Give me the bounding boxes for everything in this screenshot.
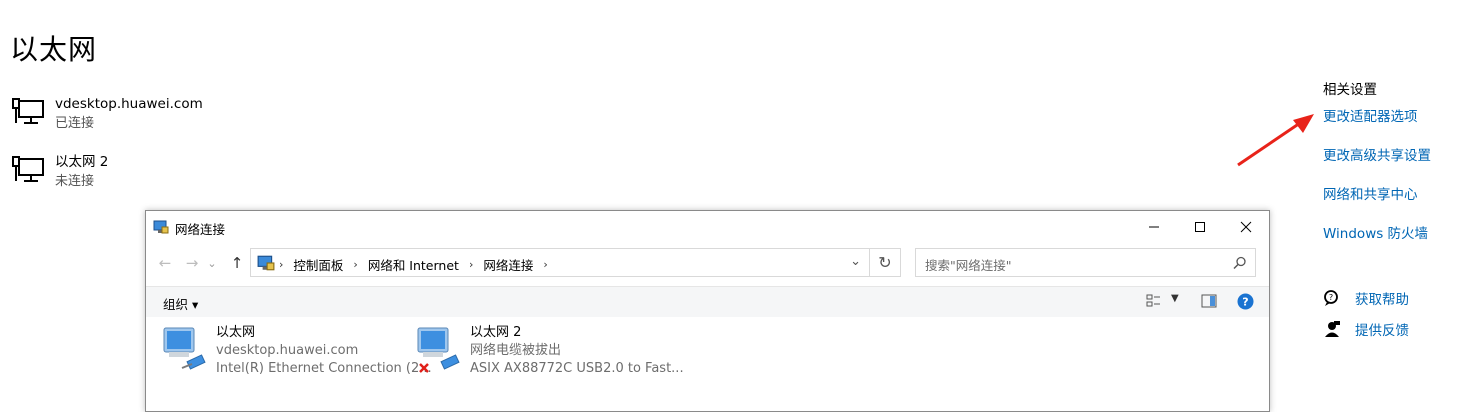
command-bar: 组织 ▾ ▼ ? bbox=[146, 286, 1269, 317]
search-placeholder: 搜索"网络连接" bbox=[925, 258, 1012, 273]
network-folder-icon bbox=[153, 220, 169, 234]
minimize-button[interactable] bbox=[1131, 211, 1177, 243]
change-adapter-options-link[interactable]: 更改适配器选项 bbox=[1323, 105, 1418, 125]
svg-text:?: ? bbox=[1329, 293, 1333, 302]
network-item-ethernet-2[interactable]: 以太网 2 网络电缆被拔出 ASIX AX88772C USB2.0 to Fa… bbox=[416, 324, 684, 378]
help-question-icon[interactable]: ? bbox=[1237, 293, 1254, 310]
refresh-button[interactable]: ↻ bbox=[870, 248, 901, 277]
connection-vdesktop[interactable]: vdesktop.huawei.com 已连接 bbox=[10, 95, 203, 133]
breadcrumb-network-internet[interactable]: 网络和 Internet bbox=[368, 255, 459, 274]
svg-text:?: ? bbox=[1242, 296, 1248, 309]
connection-status: 已连接 bbox=[55, 116, 95, 131]
control-panel-icon bbox=[257, 255, 275, 271]
get-help-label: 获取帮助 bbox=[1355, 292, 1409, 308]
breadcrumb-separator-icon[interactable]: › bbox=[353, 258, 357, 271]
network-adapter-icon bbox=[163, 327, 206, 370]
item-status: 网络电缆被拔出 bbox=[470, 343, 562, 358]
breadcrumb-separator-icon[interactable]: › bbox=[279, 258, 283, 271]
back-arrow-icon: ← bbox=[158, 254, 172, 272]
windows-firewall-link[interactable]: Windows 防火墙 bbox=[1323, 222, 1428, 242]
ethernet-pc-icon bbox=[12, 98, 44, 124]
related-settings-header: 相关设置 bbox=[1323, 82, 1377, 98]
address-row: ← → ⌄ ↑ › 控制面板 › 网络和 Internet › 网络连接 › ⌄… bbox=[146, 244, 1269, 284]
breadcrumb: › 控制面板 › 网络和 Internet › 网络连接 › bbox=[279, 255, 558, 274]
item-name: 以太网 bbox=[216, 325, 256, 340]
ethernet-pc-icon bbox=[12, 156, 44, 182]
help-chat-icon: ? bbox=[1324, 290, 1338, 306]
forward-arrow-icon: → bbox=[185, 254, 199, 272]
breadcrumb-separator-icon[interactable]: › bbox=[469, 258, 473, 271]
close-icon bbox=[1240, 221, 1252, 233]
search-box[interactable]: 搜索"网络连接" bbox=[915, 248, 1256, 277]
feedback-label: 提供反馈 bbox=[1355, 323, 1409, 339]
advanced-sharing-settings-link[interactable]: 更改高级共享设置 bbox=[1323, 144, 1431, 164]
feedback-link[interactable]: 提供反馈 bbox=[1323, 319, 1409, 339]
connection-name: vdesktop.huawei.com bbox=[55, 96, 203, 112]
preview-pane-icon[interactable] bbox=[1201, 294, 1217, 308]
network-connections-window: 网络连接 ← → ⌄ ↑ › 控制面板 › 网络和 Internet › 网络连… bbox=[145, 210, 1270, 412]
minimize-icon bbox=[1149, 226, 1159, 228]
title-bar: 网络连接 bbox=[146, 211, 1269, 243]
breadcrumb-separator-icon[interactable]: › bbox=[543, 258, 547, 271]
page-title: 以太网 bbox=[10, 33, 98, 66]
window-title: 网络连接 bbox=[175, 222, 226, 237]
item-name: 以太网 2 bbox=[470, 325, 522, 340]
connection-ethernet-2[interactable]: 以太网 2 未连接 bbox=[10, 153, 108, 191]
red-arrow-annotation bbox=[1237, 114, 1314, 167]
chevron-down-icon: ⌄ bbox=[207, 256, 217, 270]
breadcrumb-control-panel[interactable]: 控制面板 bbox=[293, 255, 343, 274]
search-icon bbox=[1233, 256, 1246, 270]
back-button[interactable]: ← bbox=[155, 253, 175, 273]
item-adapter: ASIX AX88772C USB2.0 to Fast... bbox=[470, 361, 684, 376]
view-options-icon[interactable] bbox=[1146, 294, 1162, 308]
network-adapter-disconnected-icon bbox=[417, 327, 460, 373]
connection-status: 未连接 bbox=[55, 174, 95, 189]
breadcrumb-network-connections[interactable]: 网络连接 bbox=[483, 255, 533, 274]
close-button[interactable] bbox=[1223, 211, 1269, 243]
network-sharing-center-link[interactable]: 网络和共享中心 bbox=[1323, 183, 1418, 203]
maximize-button[interactable] bbox=[1177, 211, 1223, 243]
get-help-link[interactable]: ? 获取帮助 bbox=[1323, 288, 1409, 308]
connection-name: 以太网 2 bbox=[55, 154, 109, 170]
item-status: vdesktop.huawei.com bbox=[216, 343, 359, 358]
address-dropdown-icon[interactable]: ⌄ bbox=[850, 254, 861, 269]
item-adapter: Intel(R) Ethernet Connection (2... bbox=[216, 361, 432, 376]
network-item-ethernet[interactable]: 以太网 vdesktop.huawei.com Intel(R) Etherne… bbox=[162, 324, 432, 378]
refresh-icon: ↻ bbox=[878, 253, 892, 272]
maximize-icon bbox=[1195, 222, 1205, 232]
up-arrow-icon: ↑ bbox=[230, 254, 244, 272]
organize-menu[interactable]: 组织 ▾ bbox=[163, 294, 198, 313]
view-dropdown-icon[interactable]: ▼ bbox=[1171, 293, 1179, 304]
feedback-person-icon bbox=[1325, 321, 1340, 337]
up-button[interactable]: ↑ bbox=[227, 253, 247, 273]
address-bar[interactable]: › 控制面板 › 网络和 Internet › 网络连接 › ⌄ bbox=[250, 248, 870, 277]
forward-button[interactable]: → bbox=[182, 253, 202, 273]
recent-locations-button[interactable]: ⌄ bbox=[202, 253, 222, 273]
